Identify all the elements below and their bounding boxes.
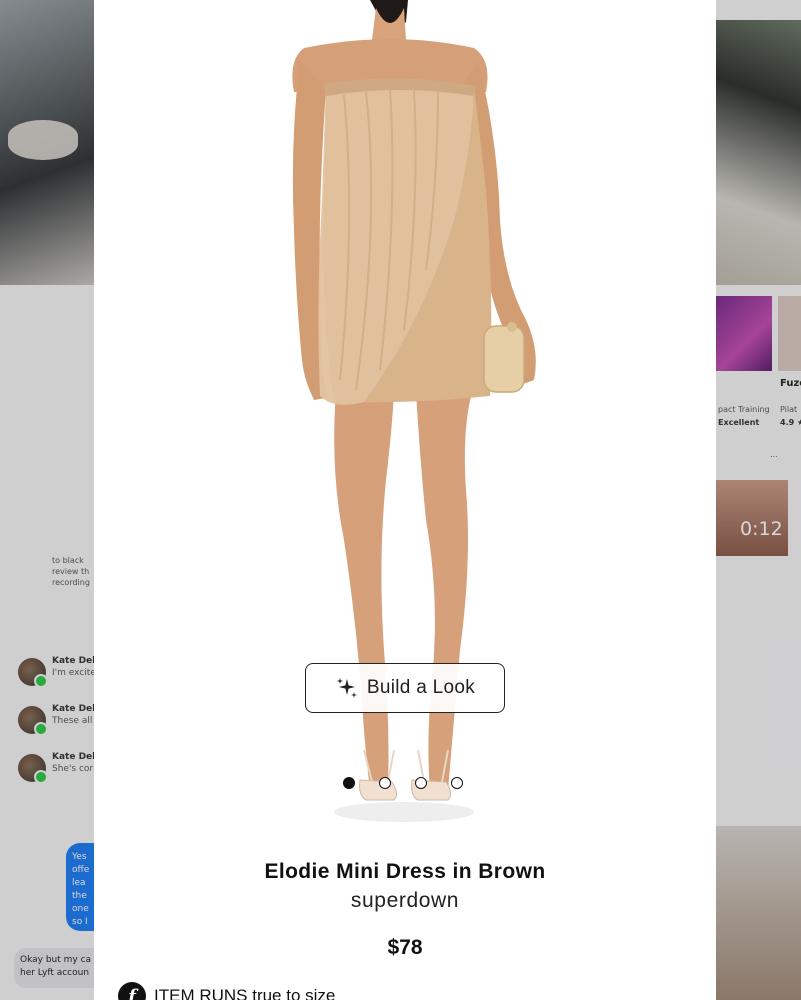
carousel-dot[interactable]	[451, 777, 463, 789]
carousel-dot[interactable]	[415, 777, 427, 789]
fit-icon: f	[118, 982, 146, 1000]
product-price: $78	[387, 936, 423, 959]
product-modal: Build a Look Elodie Mini Dress in Brown …	[94, 0, 716, 1000]
product-title: Elodie Mini Dress in Brown	[264, 860, 546, 883]
carousel-dot[interactable]	[379, 777, 391, 789]
carousel-dot[interactable]	[343, 777, 355, 789]
carousel-dots	[343, 777, 463, 789]
build-a-look-label: Build a Look	[366, 677, 476, 698]
fit-text: ITEM RUNS true to size	[154, 986, 336, 1000]
product-brand[interactable]: superdown	[94, 889, 716, 913]
fit-info: f ITEM RUNS true to size	[118, 982, 335, 1000]
build-a-look-button[interactable]: Build a Look	[305, 663, 505, 713]
sparkle-icon	[336, 678, 357, 698]
